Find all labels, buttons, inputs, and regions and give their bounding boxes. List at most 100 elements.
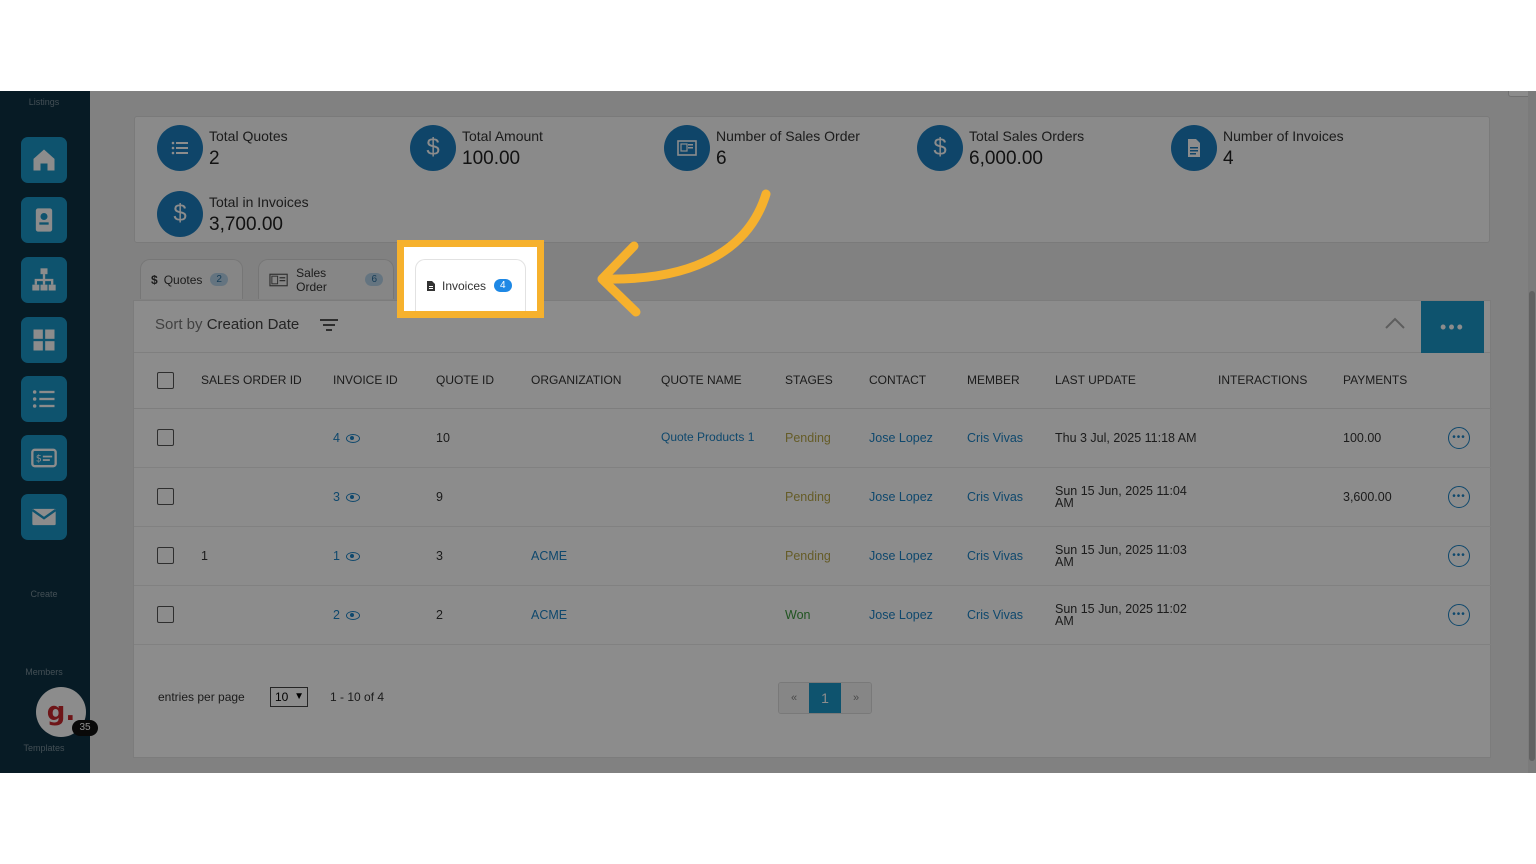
dollar-icon: $	[151, 272, 158, 287]
invoice-id-link[interactable]: 1	[333, 549, 340, 563]
tab-label: Quotes	[163, 272, 203, 287]
entries-per-page-select[interactable]: 10 ▼	[270, 687, 308, 707]
stat-value: 6	[716, 148, 727, 169]
more-options-button[interactable]: •••	[1421, 301, 1484, 353]
table-row[interactable]: 4 10 Quote Products 1 Pending Jose Lopez…	[134, 408, 1492, 468]
quote-name-link[interactable]: Quote Products 1	[661, 408, 785, 468]
mail-icon	[31, 508, 57, 526]
invoice-id-link[interactable]: 3	[333, 490, 340, 504]
organization-link[interactable]	[531, 467, 661, 527]
mail-button[interactable]	[21, 494, 67, 540]
payments: 100.00	[1343, 408, 1448, 468]
filter-sort-icon[interactable]	[319, 317, 339, 333]
quote-id: 10	[436, 408, 531, 468]
scrollbar[interactable]	[1528, 91, 1536, 773]
table-row[interactable]: 3 9 Pending Jose Lopez Cris Vivas Sun 15…	[134, 467, 1492, 527]
eye-icon[interactable]	[345, 433, 360, 443]
member-link[interactable]: Cris Vivas	[967, 526, 1055, 586]
scrollbar-thumb[interactable]	[1529, 291, 1535, 761]
quote-name-link[interactable]	[661, 467, 785, 527]
column-header[interactable]: INTERACTIONS	[1218, 353, 1343, 409]
sales-order-id: 1	[201, 526, 333, 586]
home-button[interactable]	[21, 137, 67, 183]
column-header[interactable]: MEMBER	[967, 353, 1055, 409]
payments	[1343, 526, 1448, 586]
invoices-panel: Sort by Creation Date ••• SALES ORDER ID…	[133, 300, 1492, 758]
stat-value: 4	[1223, 148, 1234, 169]
page-button-current[interactable]: 1	[809, 683, 841, 713]
eye-icon[interactable]	[345, 492, 360, 502]
row-checkbox[interactable]	[157, 488, 174, 505]
row-actions-button[interactable]: •••	[1448, 603, 1470, 626]
home-icon	[33, 149, 55, 171]
column-header[interactable]: INVOICE ID	[333, 353, 436, 409]
tab-sales-order[interactable]: Sales Order 6	[258, 259, 394, 299]
organization-link[interactable]: ACME	[531, 526, 661, 586]
column-header[interactable]: SALES ORDER ID	[201, 353, 333, 409]
contact-link[interactable]: Jose Lopez	[869, 467, 967, 527]
contact-link[interactable]: Jose Lopez	[869, 526, 967, 586]
column-header[interactable]: PAYMENTS	[1343, 353, 1448, 409]
contact-link[interactable]: Jose Lopez	[869, 408, 967, 468]
stat-label: Number of Invoices	[1223, 128, 1344, 144]
column-header[interactable]: QUOTE ID	[436, 353, 531, 409]
contacts-button[interactable]	[21, 197, 67, 243]
quote-name-link[interactable]	[661, 585, 785, 645]
row-actions-button[interactable]: •••	[1448, 544, 1470, 567]
column-header[interactable]: STAGES	[785, 353, 869, 409]
row-checkbox[interactable]	[157, 429, 174, 446]
member-link[interactable]: Cris Vivas	[967, 467, 1055, 527]
contact-link[interactable]: Jose Lopez	[869, 585, 967, 645]
sort-control[interactable]: Sort by Creation Date	[155, 316, 299, 333]
table-row[interactable]: 1 1 3 ACME Pending Jose Lopez Cris Vivas…	[134, 526, 1492, 586]
member-link[interactable]: Cris Vivas	[967, 408, 1055, 468]
tab-quotes[interactable]: $ Quotes 2	[140, 259, 243, 299]
row-actions-button[interactable]: •••	[1448, 426, 1470, 449]
pagination: « 1 »	[778, 682, 872, 714]
dashboard-button[interactable]	[21, 317, 67, 363]
column-header[interactable]: LAST UPDATE	[1055, 353, 1218, 409]
select-all-checkbox[interactable]	[157, 371, 174, 389]
quote-name-link[interactable]	[661, 526, 785, 586]
organization-link[interactable]	[531, 408, 661, 468]
organizations-button[interactable]	[21, 257, 67, 303]
previous-page-button[interactable]: «	[779, 683, 809, 713]
list-icon	[32, 390, 55, 408]
org-chart-icon	[32, 268, 56, 291]
next-page-button[interactable]: »	[841, 683, 871, 713]
row-checkbox[interactable]	[157, 606, 174, 623]
dollar-icon: $	[410, 125, 456, 171]
invoice-id-link[interactable]: 2	[333, 608, 340, 622]
entries-per-page-value: 10	[275, 690, 289, 704]
member-link[interactable]: Cris Vivas	[967, 585, 1055, 645]
sales-order-icon	[269, 273, 288, 286]
highlight-box	[397, 240, 544, 318]
invoice-id-link[interactable]: 4	[333, 431, 340, 445]
invoices-table: SALES ORDER ID INVOICE ID QUOTE ID ORGAN…	[134, 353, 1492, 645]
sidebar-members-label: Members	[25, 667, 63, 677]
table-row[interactable]: 2 2 ACME Won Jose Lopez Cris Vivas Sun 1…	[134, 585, 1492, 645]
sales-button[interactable]: $	[21, 435, 67, 481]
row-actions-button[interactable]: •••	[1448, 485, 1470, 508]
row-checkbox[interactable]	[157, 547, 174, 564]
eye-icon[interactable]	[345, 610, 360, 620]
interactions	[1218, 467, 1343, 527]
eye-icon[interactable]	[345, 551, 360, 561]
quote-id: 3	[436, 526, 531, 586]
lists-button[interactable]	[21, 376, 67, 422]
column-header[interactable]: ORGANIZATION	[531, 353, 661, 409]
column-header[interactable]: CONTACT	[869, 353, 967, 409]
stat-total-quotes: Total Quotes 2	[157, 125, 288, 171]
stage-value: Won	[785, 585, 869, 645]
stat-total-amount: $ Total Amount 100.00	[410, 125, 543, 171]
organization-link[interactable]: ACME	[531, 585, 661, 645]
main-content: Total Quotes 2 $ Total Amount 100.00 Numbe…	[90, 91, 1536, 773]
column-header[interactable]: QUOTE NAME	[661, 353, 785, 409]
stat-label: Number of Sales Order	[716, 128, 860, 144]
sidebar-templates-label: Templates	[23, 743, 65, 753]
chevron-up-icon[interactable]	[1384, 316, 1406, 330]
stat-value: 3,700.00	[209, 214, 283, 235]
list-icon	[157, 125, 203, 171]
chevron-down-icon: ▼	[294, 691, 304, 702]
stat-number-invoices: Number of Invoices 4	[1171, 125, 1344, 171]
